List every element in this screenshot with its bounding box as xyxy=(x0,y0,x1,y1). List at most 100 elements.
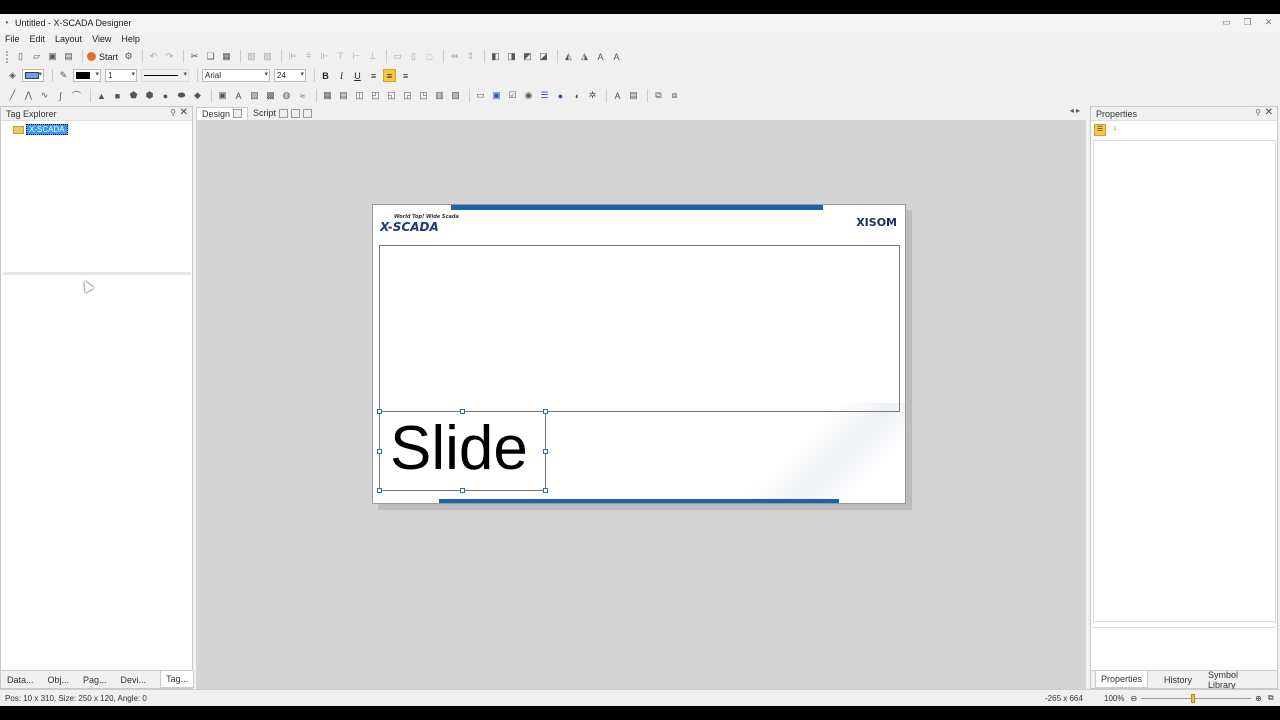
trend-chart-icon[interactable]: ⧉ xyxy=(652,89,665,102)
symbol-tool-icon[interactable]: ◍ xyxy=(280,89,293,102)
frame-tool-icon[interactable]: ▣ xyxy=(216,89,229,102)
font-size-select[interactable]: 24 ▾ xyxy=(274,69,306,82)
pin-icon[interactable]: ⚲ xyxy=(1255,108,1261,117)
rectangle-tool-icon[interactable]: ■ xyxy=(111,89,124,102)
tree-root-item[interactable]: X-SCADA xyxy=(13,124,68,135)
cut-icon[interactable]: ✂ xyxy=(188,50,201,63)
ellipse-tool-icon[interactable]: ⬬ xyxy=(175,89,188,102)
toolbar-grip[interactable] xyxy=(6,50,10,63)
minimize-button[interactable]: ▭ xyxy=(1221,17,1232,28)
tab-properties[interactable]: Properties xyxy=(1095,671,1149,688)
chart-tool-icon[interactable]: ▦ xyxy=(321,89,334,102)
bold-button[interactable]: B xyxy=(319,69,332,82)
pin-icon[interactable]: ⚲ xyxy=(170,108,176,117)
pencil-icon[interactable]: ✎ xyxy=(57,69,70,82)
fill-bucket-icon[interactable]: ◈ xyxy=(6,69,19,82)
checkbox-control-icon[interactable]: ☑ xyxy=(506,89,519,102)
start-button[interactable]: Start xyxy=(87,52,118,62)
bezier-tool-icon[interactable]: ∫ xyxy=(54,89,67,102)
zoom-slider[interactable] xyxy=(1141,693,1252,703)
close-icon[interactable]: ✕ xyxy=(180,107,188,118)
align-right-icon[interactable]: ⊩ xyxy=(318,50,331,63)
image-tool-icon[interactable]: ▨ xyxy=(248,89,261,102)
text-align-right-icon[interactable]: ≡ xyxy=(399,69,412,82)
same-width-icon[interactable]: ▭ xyxy=(391,50,404,63)
circle-tool-icon[interactable]: ● xyxy=(159,89,172,102)
text-align-left-icon[interactable]: ≡ xyxy=(367,69,380,82)
property-grid[interactable] xyxy=(1093,140,1276,622)
close-button[interactable]: ✕ xyxy=(1263,17,1274,28)
hexagon-tool-icon[interactable]: ⬢ xyxy=(143,89,156,102)
line-width-select[interactable]: 1 ▾ xyxy=(105,69,137,82)
send-back-icon[interactable]: ◨ xyxy=(505,50,518,63)
text-tool-icon[interactable]: A xyxy=(232,89,245,102)
send-backward-icon[interactable]: ◪ xyxy=(537,50,550,63)
gauge-tool-icon[interactable]: ◰ xyxy=(369,89,382,102)
triangle-tool-icon[interactable]: ▲ xyxy=(95,89,108,102)
slide-page[interactable]: World Top! Wide Scada X-SCADA XISOM Slid… xyxy=(372,204,906,504)
zoom-in-icon[interactable]: ⊕ xyxy=(1255,694,1262,703)
save-icon[interactable]: ▣ xyxy=(46,50,59,63)
tab-symbol-library[interactable]: Symbol Library xyxy=(1208,670,1261,690)
fit-page-icon[interactable]: ⧉ xyxy=(1268,693,1274,703)
underline-button[interactable]: U xyxy=(351,69,364,82)
text-rotate-icon[interactable]: A xyxy=(594,50,607,63)
align-center-icon[interactable]: ⫩ xyxy=(302,50,315,63)
table-control-icon[interactable]: ▤ xyxy=(627,89,640,102)
resize-handle[interactable] xyxy=(543,409,548,414)
tab-design[interactable]: Design xyxy=(196,106,249,120)
tab-object[interactable]: Obj... xyxy=(48,675,70,685)
text-mirror-icon[interactable]: A xyxy=(610,50,623,63)
arc-tool-icon[interactable]: ⌒ xyxy=(70,89,83,102)
resize-handle[interactable] xyxy=(377,488,382,493)
group-icon[interactable]: ▧ xyxy=(245,50,258,63)
diamond-tool-icon[interactable]: ◆ xyxy=(191,89,204,102)
resize-handle[interactable] xyxy=(543,449,548,454)
italic-button[interactable]: I xyxy=(335,69,348,82)
align-top-icon[interactable]: ⊤ xyxy=(334,50,347,63)
align-left-icon[interactable]: ⊫ xyxy=(286,50,299,63)
tab-data[interactable]: Data... xyxy=(7,675,34,685)
copy-icon[interactable]: ❏ xyxy=(204,50,217,63)
undo-icon[interactable]: ↶ xyxy=(147,50,160,63)
ungroup-icon[interactable]: ▨ xyxy=(261,50,274,63)
menu-layout[interactable]: Layout xyxy=(50,34,87,44)
label-control-icon[interactable]: A xyxy=(611,89,624,102)
categorized-icon[interactable]: ☰ xyxy=(1094,124,1106,136)
fill-color-picker[interactable]: ▾ xyxy=(22,69,44,82)
tab-tag[interactable]: Tag... xyxy=(160,671,195,688)
bring-forward-icon[interactable]: ◩ xyxy=(521,50,534,63)
trend-tool-icon[interactable]: ◫ xyxy=(353,89,366,102)
pipe-tool-icon[interactable]: ≈ xyxy=(296,89,309,102)
content-rectangle[interactable] xyxy=(379,245,900,412)
bar-tool-icon[interactable]: ◲ xyxy=(401,89,414,102)
line-style-select[interactable]: ▾ xyxy=(141,69,189,82)
zoom-out-icon[interactable]: ⊖ xyxy=(1130,694,1137,703)
tab-page[interactable]: Pag... xyxy=(83,675,107,685)
same-height-icon[interactable]: ▯ xyxy=(407,50,420,63)
resize-handle[interactable] xyxy=(543,488,548,493)
radio-control-icon[interactable]: ◉ xyxy=(522,89,535,102)
alarm-tool-icon[interactable]: ▥ xyxy=(433,89,446,102)
selected-text-object[interactable]: Slide xyxy=(379,411,546,491)
grid-tool-icon[interactable]: ▤ xyxy=(337,89,350,102)
settings-gear-icon[interactable]: ⚙ xyxy=(122,50,135,63)
same-size-icon[interactable]: □ xyxy=(423,50,436,63)
menu-view[interactable]: View xyxy=(87,34,116,44)
tab-scroll-arrows[interactable]: ◂ ▸ xyxy=(1070,106,1080,115)
resize-handle[interactable] xyxy=(377,409,382,414)
design-canvas[interactable]: World Top! Wide Scada X-SCADA XISOM Slid… xyxy=(196,120,1086,689)
meter-tool-icon[interactable]: ◱ xyxy=(385,89,398,102)
tank-tool-icon[interactable]: ◳ xyxy=(417,89,430,102)
button-control-icon[interactable]: ▣ xyxy=(490,89,503,102)
menu-edit[interactable]: Edit xyxy=(25,34,51,44)
lamp-control-icon[interactable]: ◖ xyxy=(570,89,583,102)
report-tool-icon[interactable]: ▧ xyxy=(449,89,462,102)
open-folder-icon[interactable]: ▱ xyxy=(30,50,43,63)
bring-front-icon[interactable]: ◧ xyxy=(489,50,502,63)
picture-tool-icon[interactable]: ▩ xyxy=(264,89,277,102)
textbox-control-icon[interactable]: ▭ xyxy=(474,89,487,102)
tab-script[interactable]: Script xyxy=(248,107,317,119)
polyline-tool-icon[interactable]: ⋀ xyxy=(22,89,35,102)
curve-tool-icon[interactable]: ∿ xyxy=(38,89,51,102)
